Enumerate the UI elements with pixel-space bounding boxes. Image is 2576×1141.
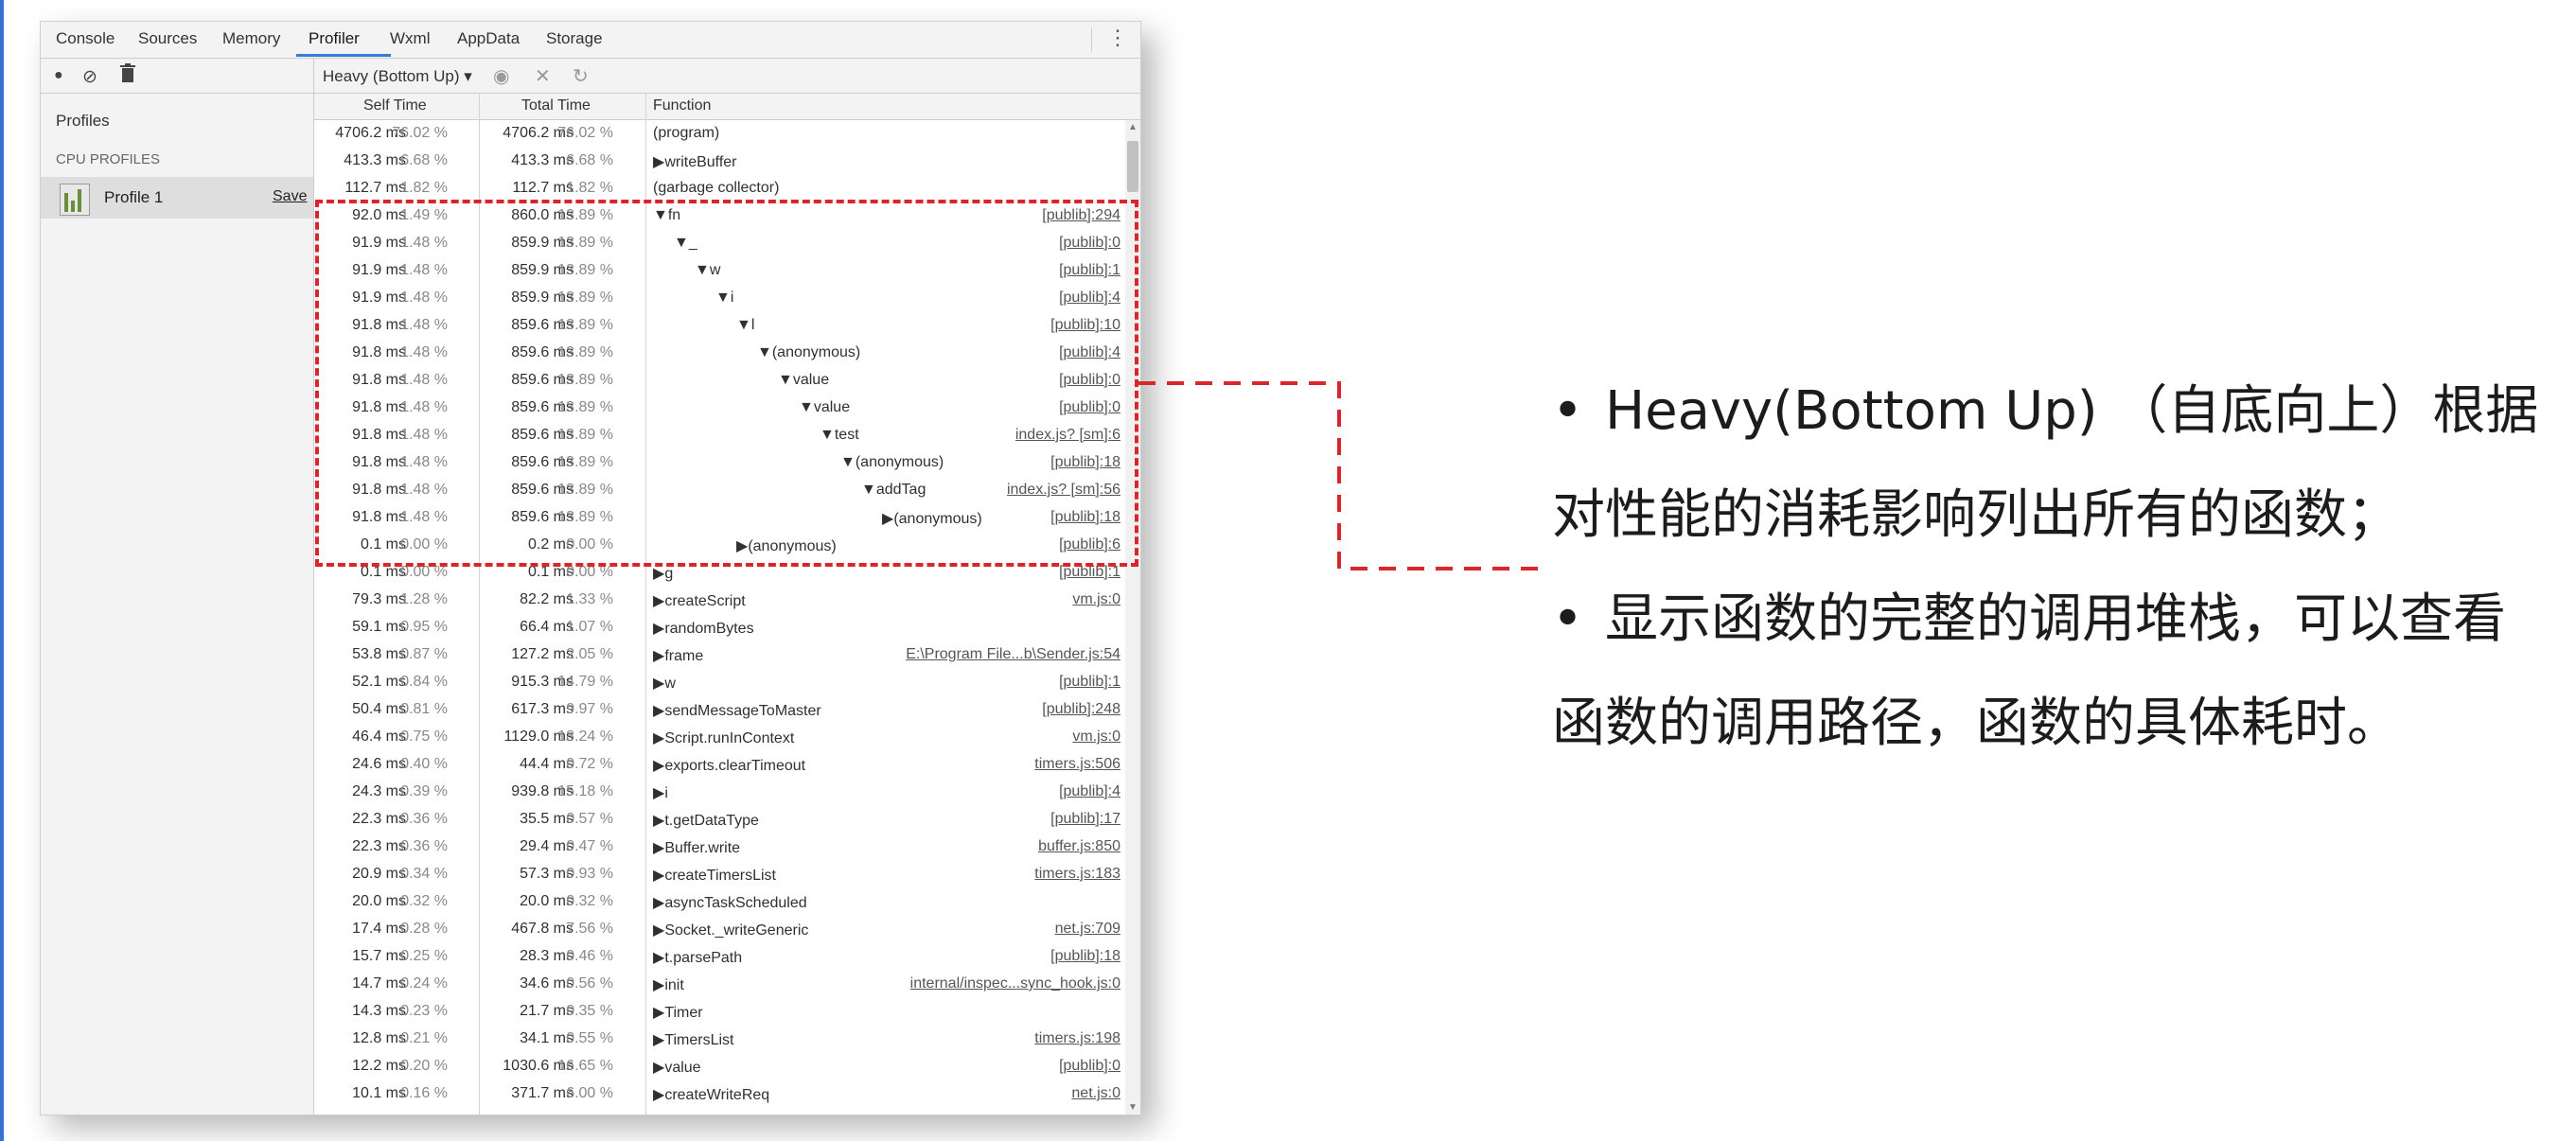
bullet-icon: • (1552, 588, 1584, 650)
bullet-icon: • (1552, 380, 1584, 442)
annotation-note: • Heavy(Bottom Up) （自底向上）根据对性能的消耗影响列出所有的函… (1552, 360, 2555, 568)
note-text: 显示函数的完整的调用堆栈，可以查看函数的调用路径，函数的具体耗时。 (1552, 588, 2506, 754)
annotation-notes: • Heavy(Bottom Up) （自底向上）根据对性能的消耗影响列出所有的函… (1552, 360, 2555, 776)
note-text: Heavy(Bottom Up) （自底向上）根据对性能的消耗影响列出所有的函数… (1552, 380, 2539, 546)
annotation-note: • 显示函数的完整的调用堆栈，可以查看函数的调用路径，函数的具体耗时。 (1552, 568, 2555, 776)
